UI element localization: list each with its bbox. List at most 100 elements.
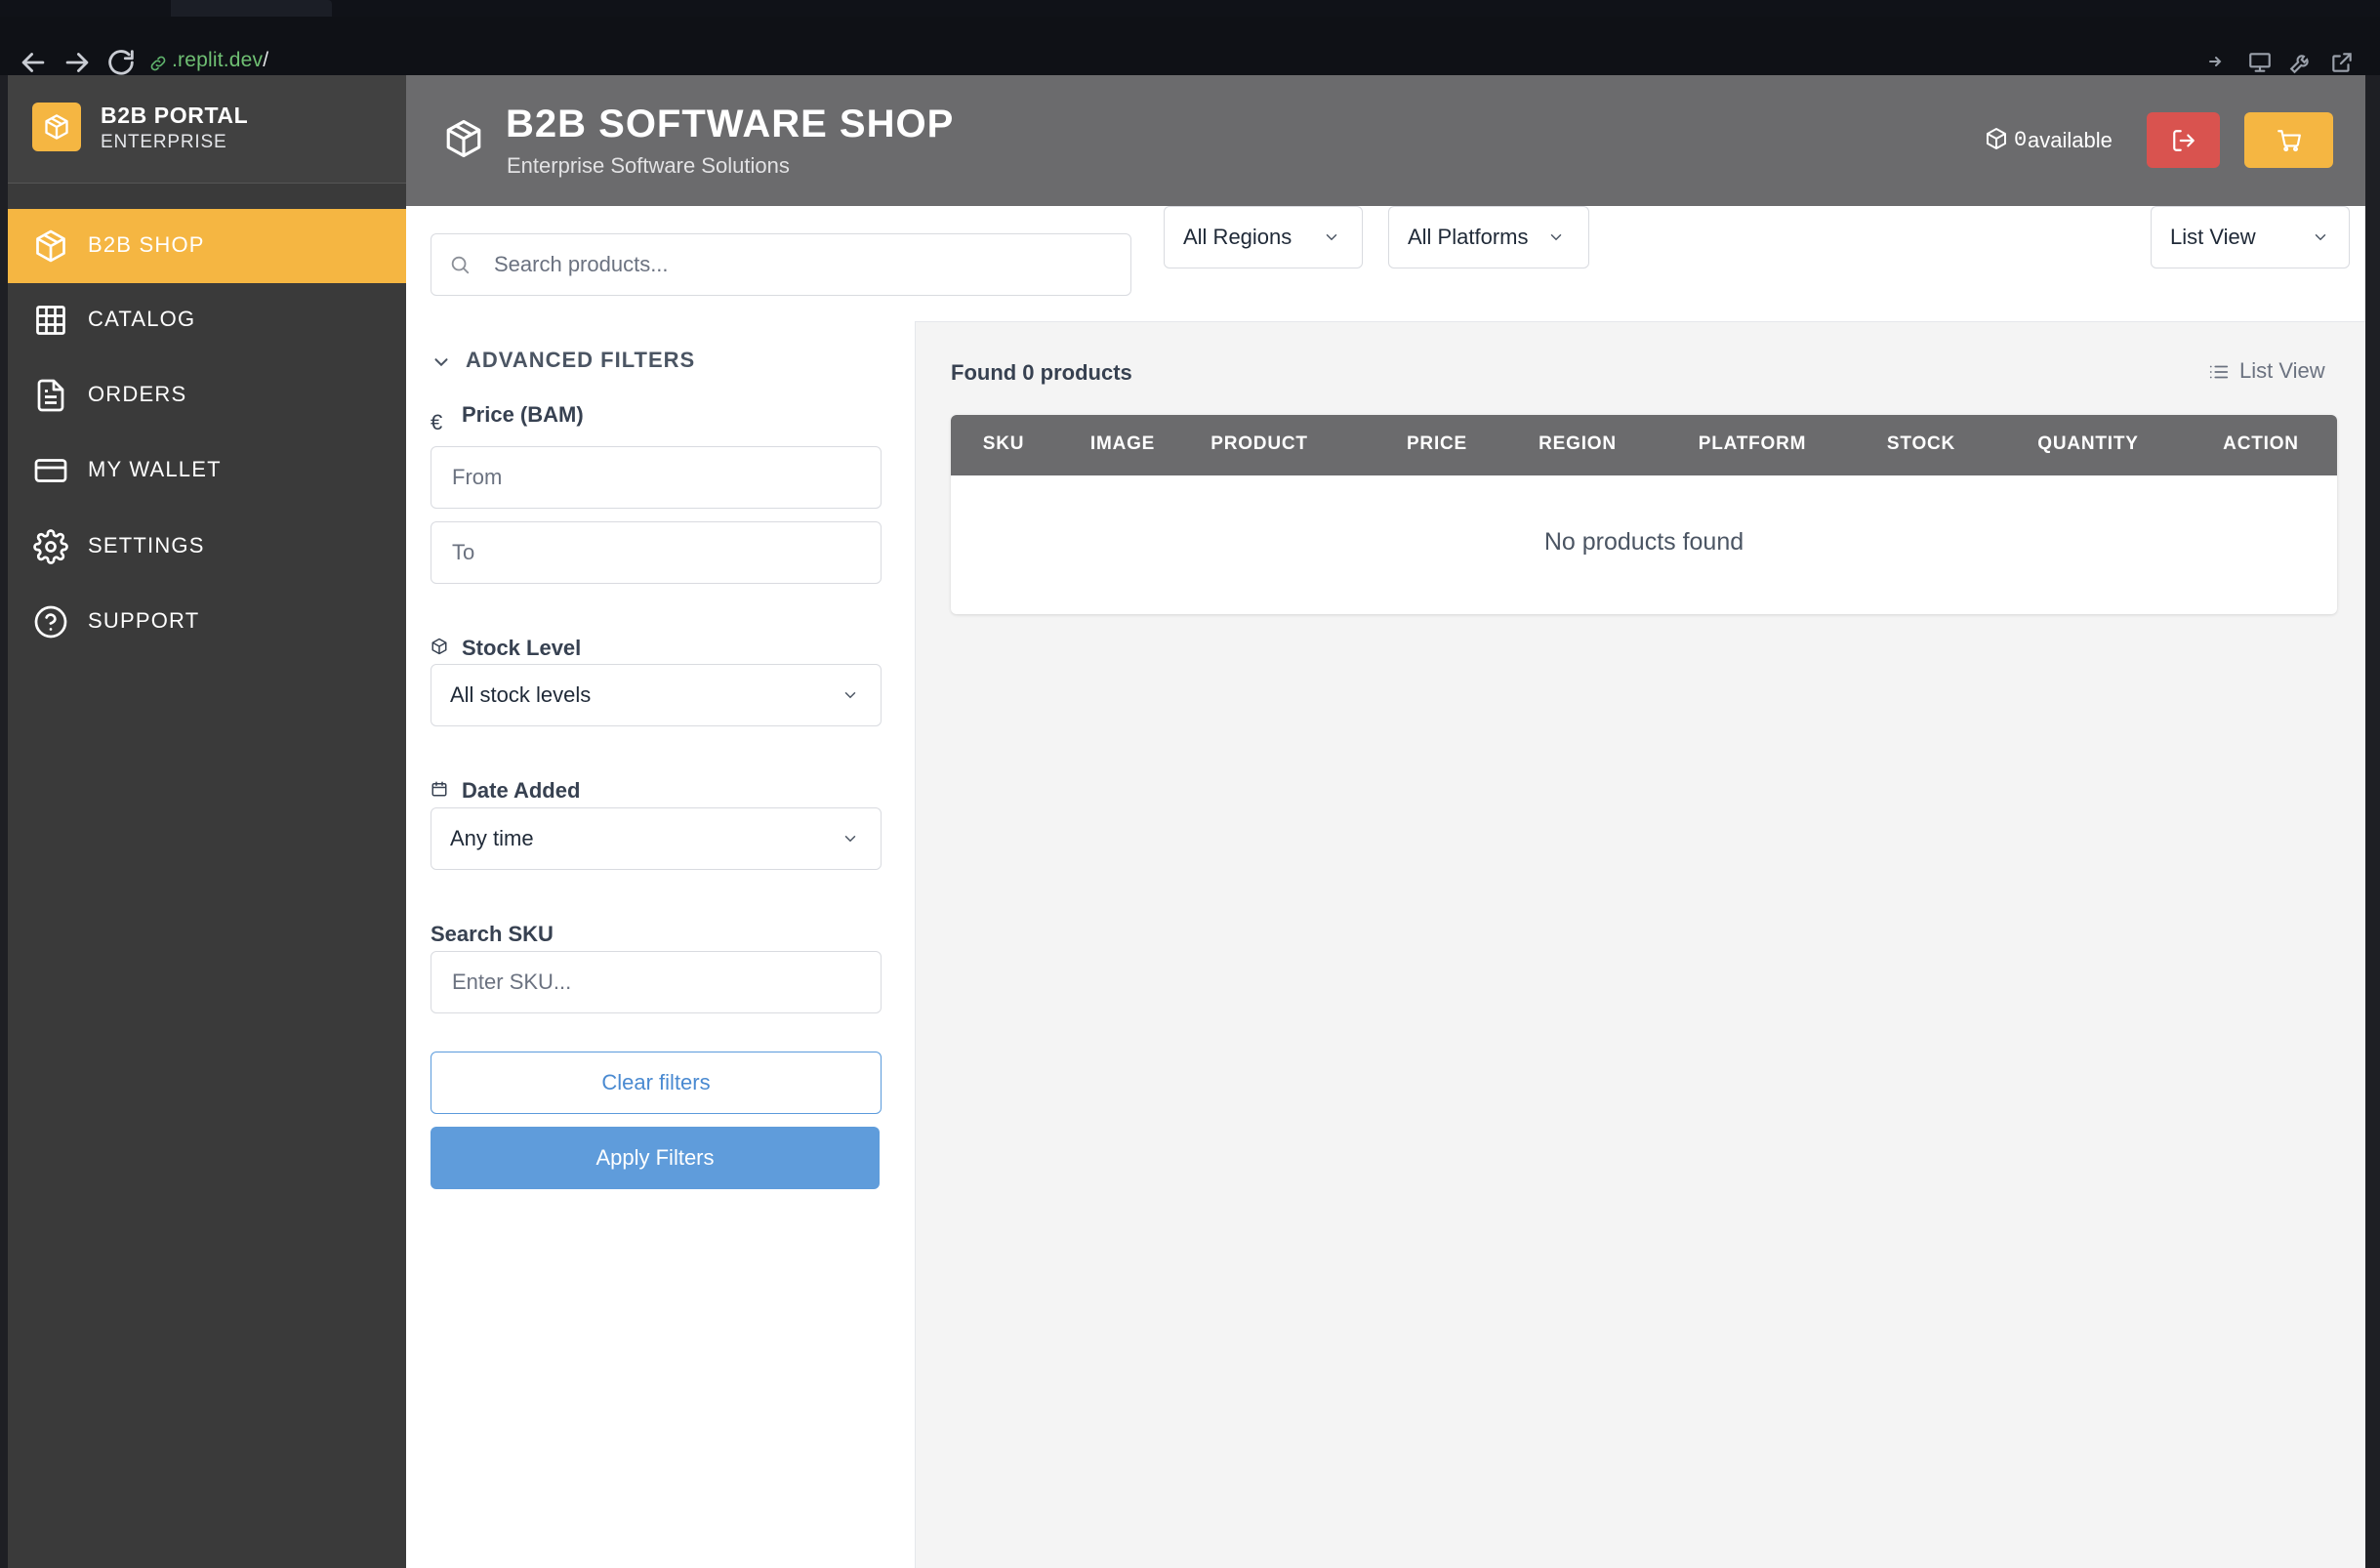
package-icon (443, 118, 484, 159)
app-window: B2B PORTAL ENTERPRISE B2B SHOP CATALOG O… (8, 75, 2365, 1568)
sidebar-item-orders[interactable]: ORDERS (8, 358, 406, 433)
column-header-region[interactable]: REGION (1539, 433, 1617, 455)
sidebar-item-label: ORDERS (88, 382, 187, 406)
search-input[interactable] (492, 246, 1121, 283)
column-header-stock[interactable]: STOCK (1887, 433, 1955, 455)
help-circle-icon (33, 604, 68, 640)
sidebar-item-settings[interactable]: SETTINGS (8, 510, 406, 584)
forward-arrow-icon[interactable] (61, 46, 94, 79)
url-path: / (263, 49, 269, 71)
chevron-down-icon (1326, 234, 1337, 241)
link-icon (148, 54, 168, 73)
url-text[interactable]: .replit.dev/ (172, 49, 268, 72)
page-subtitle: Enterprise Software Solutions (507, 153, 790, 178)
url-host: .replit.dev (172, 49, 264, 71)
apply-filters-button[interactable]: Apply Filters (431, 1127, 880, 1189)
column-header-image[interactable]: IMAGE (1090, 433, 1155, 455)
cart-button[interactable] (2244, 112, 2333, 168)
sidebar: B2B PORTAL ENTERPRISE B2B SHOP CATALOG O… (8, 75, 406, 1568)
calendar-icon (431, 780, 448, 798)
column-header-action[interactable]: ACTION (2223, 433, 2299, 455)
stock-level-label-text: Stock Level (462, 636, 582, 660)
page-header: B2B SOFTWARE SHOP Enterprise Software So… (406, 75, 2365, 206)
sku-field (431, 951, 882, 1013)
package-icon (33, 228, 68, 264)
reload-icon[interactable] (104, 46, 138, 79)
search-sku-label-text: Search SKU (431, 922, 554, 946)
chevron-down-icon (2315, 234, 2326, 241)
document-icon (33, 378, 68, 413)
price-from-field (431, 446, 882, 509)
date-added-label-text: Date Added (462, 778, 581, 803)
products-table: SKU IMAGE PRODUCT PRICE REGION PLATFORM … (951, 415, 2337, 614)
logout-button[interactable] (2147, 112, 2220, 168)
column-header-platform[interactable]: PLATFORM (1699, 433, 1807, 455)
list-view-toggle[interactable]: List View (2208, 358, 2333, 388)
external-link-icon[interactable] (2329, 50, 2357, 77)
package-icon (45, 114, 68, 140)
price-to-field (431, 521, 882, 584)
sidebar-item-my-wallet[interactable]: MY WALLET (8, 433, 406, 508)
region-select-value: All Regions (1183, 225, 1293, 249)
advanced-filters-label: ADVANCED FILTERS (466, 348, 696, 372)
date-added-value: Any time (450, 826, 534, 850)
column-header-quantity[interactable]: QUANTITY (2037, 433, 2139, 455)
table-header: SKU IMAGE PRODUCT PRICE REGION PLATFORM … (951, 415, 2337, 475)
list-view-label: List View (2239, 358, 2325, 383)
logout-icon (2172, 129, 2195, 151)
sidebar-item-catalog[interactable]: CATALOG (8, 283, 406, 357)
price-from-input[interactable] (450, 459, 864, 496)
available-count: 0 (2014, 128, 2028, 152)
browser-url-bar: .replit.dev/ (0, 17, 2380, 75)
package-icon (431, 638, 448, 655)
sidebar-item-label: B2B SHOP (88, 232, 205, 257)
toolbar: All Regions All Platforms List View (406, 206, 2365, 322)
stock-level-value: All stock levels (450, 682, 592, 707)
browser-tab-preview[interactable] (171, 0, 332, 17)
clear-filters-button[interactable]: Clear filters (431, 1052, 882, 1114)
brand-subtitle: ENTERPRISE (101, 132, 227, 152)
back-arrow-icon[interactable] (17, 46, 50, 79)
stock-level-select[interactable]: All stock levels (431, 664, 882, 726)
column-header-sku[interactable]: SKU (983, 433, 1025, 455)
sidebar-item-label: SETTINGS (88, 533, 205, 557)
credit-card-icon (33, 453, 68, 488)
search-box (431, 233, 1131, 296)
chevron-down-icon (844, 692, 856, 699)
search-icon (451, 256, 470, 274)
sidebar-item-support[interactable]: SUPPORT (8, 585, 406, 659)
sidebar-item-label: SUPPORT (88, 608, 200, 633)
euro-icon: € (431, 410, 443, 434)
grid-icon (33, 303, 68, 338)
list-icon (2209, 365, 2229, 379)
window-edge (2365, 75, 2380, 1568)
sidebar-item-b2b-shop[interactable]: B2B SHOP (8, 209, 406, 283)
sidebar-item-label: CATALOG (88, 307, 196, 331)
sidebar-item-label: MY WALLET (88, 457, 222, 481)
platform-select-value: All Platforms (1408, 225, 1529, 249)
column-header-product[interactable]: PRODUCT (1211, 433, 1308, 455)
price-to-input[interactable] (450, 534, 864, 571)
monitor-icon[interactable] (2247, 50, 2275, 77)
available-label: available (2028, 128, 2113, 152)
cart-icon (2277, 129, 2301, 151)
wrench-icon[interactable] (2288, 50, 2316, 77)
chevron-down-icon (1550, 234, 1562, 241)
date-added-select[interactable]: Any time (431, 807, 882, 870)
arrow-right-small-icon[interactable] (2203, 50, 2231, 77)
chevron-down-icon (434, 358, 448, 367)
view-select[interactable]: List View (2151, 206, 2350, 268)
region-select[interactable]: All Regions (1164, 206, 1363, 268)
browser-tab-strip (0, 0, 2380, 17)
sku-input[interactable] (450, 964, 864, 1001)
brand-header: B2B PORTAL ENTERPRISE (8, 75, 406, 184)
gear-icon (33, 529, 68, 564)
empty-state-message: No products found (1543, 528, 1744, 556)
chevron-down-icon (844, 836, 856, 843)
filters-panel: ADVANCED FILTERS € Price (BAM) Stock Lev… (406, 321, 916, 1568)
page-title: B2B SOFTWARE SHOP (506, 103, 955, 145)
platform-select[interactable]: All Platforms (1388, 206, 1589, 268)
package-icon (1987, 128, 2006, 149)
column-header-price[interactable]: PRICE (1407, 433, 1467, 455)
results-count: Found 0 products (951, 360, 1132, 385)
